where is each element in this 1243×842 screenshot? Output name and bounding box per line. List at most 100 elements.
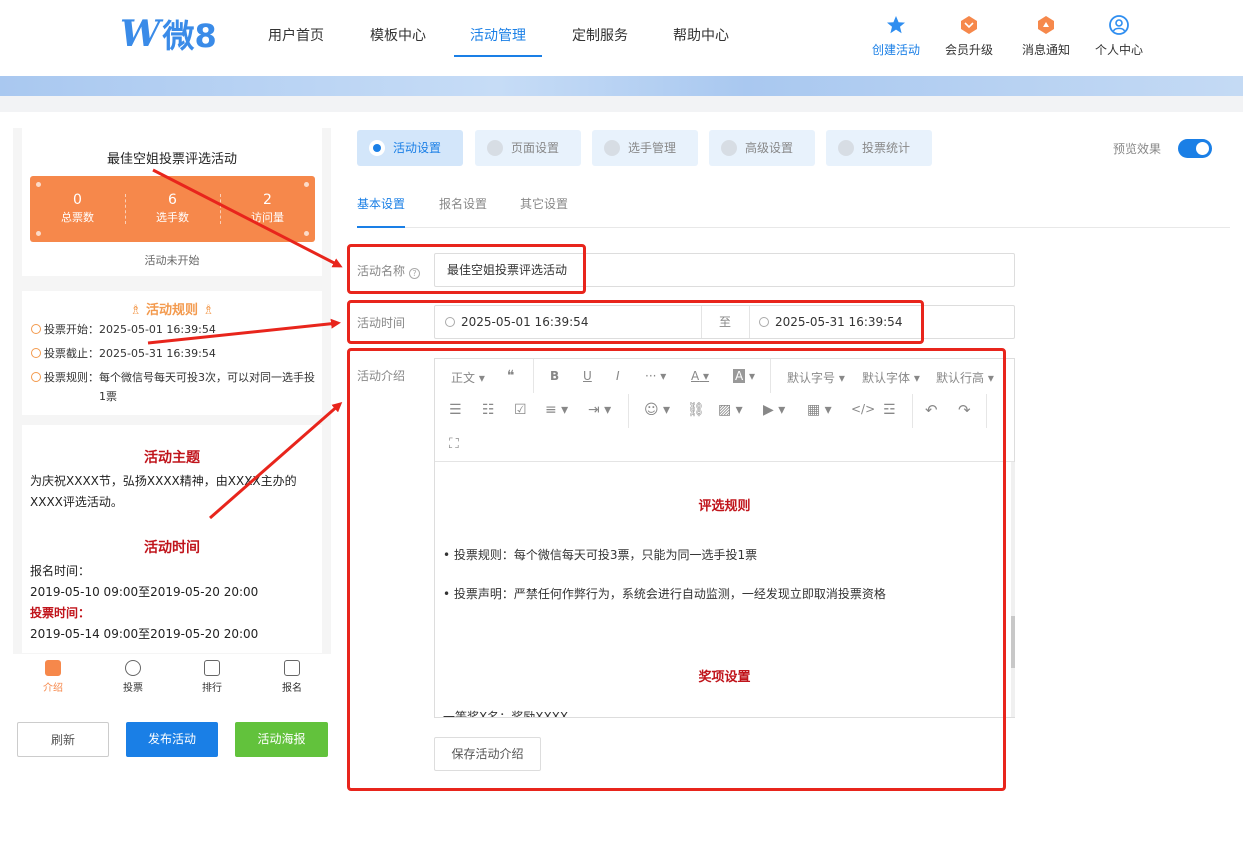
- refresh-button[interactable]: 刷新: [17, 722, 109, 757]
- tabbar-label: 排行: [202, 683, 222, 694]
- top-header: W 微8 用户首页 模板中心 活动管理 定制服务 帮助中心 创建活动 会员升级 …: [0, 0, 1243, 76]
- rules-title-text: 活动规则: [145, 303, 198, 318]
- clock-icon: [31, 348, 41, 358]
- preview-activity-title: 最佳空姐投票评选活动: [106, 152, 237, 167]
- stat-label: 访问量: [251, 211, 284, 224]
- diamond-icon: [961, 16, 977, 34]
- rule-value: 2025-05-01 16:39:54: [99, 323, 216, 336]
- rules-title: ♗ 活动规则 ♗: [22, 299, 322, 318]
- subtab-divider: [357, 227, 1230, 228]
- user-icon: [1109, 15, 1129, 35]
- subtab-basic-settings[interactable]: 基本设置: [357, 195, 405, 212]
- signup-time-value: 2019-05-10 09:00至2019-05-20 20:00: [30, 585, 259, 599]
- signup-time-label: 报名时间：: [30, 564, 91, 578]
- personal-center-label: 个人中心: [1094, 43, 1143, 57]
- star-icon: [887, 16, 905, 34]
- header-banner-shadow: [0, 96, 1243, 112]
- logo-text: 微8: [162, 17, 217, 55]
- rule-label: 投票截止：: [44, 347, 99, 360]
- tabbar-label: 介绍: [43, 683, 63, 694]
- theme-title: 活动主题: [144, 450, 200, 466]
- stat-players: 6 选手数: [125, 192, 220, 225]
- editor-scrollbar[interactable]: [1011, 462, 1015, 717]
- tab-player-management[interactable]: 选手管理: [592, 130, 698, 166]
- tab-label: 选手管理: [628, 141, 677, 155]
- stat-value: 0: [73, 192, 82, 208]
- personal-center-button[interactable]: 个人中心: [1089, 14, 1149, 58]
- clock-icon: [31, 324, 41, 334]
- annotation-box-name: [347, 244, 586, 294]
- subtab-other-settings[interactable]: 其它设置: [520, 195, 568, 212]
- bar-chart-icon: [204, 660, 220, 676]
- logo[interactable]: W 微8: [120, 13, 217, 55]
- stat-label: 选手数: [156, 211, 189, 224]
- tab-page-settings[interactable]: 页面设置: [475, 130, 581, 166]
- tabbar-rank[interactable]: 排行: [192, 660, 232, 694]
- stat-total-votes: 0 总票数: [30, 192, 125, 225]
- create-activity-button[interactable]: 创建活动: [866, 14, 926, 58]
- preview-effect-toggle[interactable]: [1178, 139, 1212, 158]
- create-activity-label: 创建活动: [871, 43, 920, 57]
- stats-dot: [304, 182, 309, 187]
- nav-template-center[interactable]: 模板中心: [370, 25, 426, 45]
- tab-vote-statistics[interactable]: 投票统计: [826, 130, 932, 166]
- stat-visits: 2 访问量: [220, 192, 315, 225]
- time-title: 活动时间: [144, 540, 200, 556]
- message-notify-button[interactable]: 消息通知: [1016, 14, 1076, 58]
- theme-text: 为庆祝XXXX节，弘扬XXXX精神，由XXXX主办的XXXX评选活动。: [30, 474, 297, 509]
- rule-label: 投票规则：: [44, 371, 99, 384]
- subtab-signup-settings[interactable]: 报名设置: [439, 195, 487, 212]
- vote-time-label: 投票时间：: [30, 606, 91, 620]
- stats-dot: [36, 182, 41, 187]
- stat-value: 2: [263, 192, 272, 208]
- nav-activity-management[interactable]: 活动管理: [470, 25, 526, 45]
- rules-card: ♗ 活动规则 ♗ 投票开始：2025-05-01 16:39:54 投票截止：2…: [22, 291, 322, 415]
- bell-icon: [1038, 16, 1054, 34]
- stats-icon: [838, 140, 854, 156]
- nav-custom-service[interactable]: 定制服务: [572, 25, 628, 45]
- member-upgrade-label: 会员升级: [944, 43, 993, 57]
- activity-summary-card: 最佳空姐投票评选活动 0 总票数 6 选手数 2 访问量 活动未开始: [22, 128, 322, 276]
- stat-value: 6: [168, 192, 177, 208]
- mobile-preview-panel: 最佳空姐投票评选活动 0 总票数 6 选手数 2 访问量 活动未开始 ♗ 活动规…: [13, 128, 331, 668]
- editor-scrollbar-thumb[interactable]: [1011, 616, 1015, 668]
- rule-value: 每个微信号每天可投3次，可以对同一选手投1票: [99, 371, 315, 403]
- medal-icon: ♗: [129, 303, 146, 318]
- tabbar-vote[interactable]: 投票: [113, 660, 153, 694]
- doc-icon: [45, 660, 61, 676]
- medal-icon: ♗: [198, 303, 215, 318]
- activity-poster-button[interactable]: 活动海报: [235, 722, 328, 757]
- tabbar-intro[interactable]: 介绍: [33, 660, 73, 694]
- tabbar-label: 报名: [282, 683, 302, 694]
- person-icon: [604, 140, 620, 156]
- nav-help-center[interactable]: 帮助中心: [673, 25, 729, 45]
- tabbar-signup[interactable]: 报名: [272, 660, 312, 694]
- tab-advanced-settings[interactable]: 高级设置: [709, 130, 815, 166]
- activity-status: 活动未开始: [144, 254, 200, 267]
- vote-time-value: 2019-05-14 09:00至2019-05-20 20:00: [30, 627, 259, 641]
- rule-value: 2025-05-31 16:39:54: [99, 347, 216, 360]
- signup-icon: [284, 660, 300, 676]
- subtab-active-underline: [357, 226, 405, 228]
- tab-label: 投票统计: [862, 141, 911, 155]
- intro-content-card: 活动主题 为庆祝XXXX节，弘扬XXXX精神，由XXXX主办的XXXX评选活动。…: [22, 425, 322, 653]
- annotation-box-intro: [347, 348, 1006, 791]
- member-upgrade-button[interactable]: 会员升级: [939, 14, 999, 58]
- rule-vote-rule: 投票规则：每个微信号每天可投3次，可以对同一选手投1票: [31, 368, 316, 406]
- rule-vote-end: 投票截止：2025-05-31 16:39:54: [31, 344, 316, 363]
- nav-user-home[interactable]: 用户首页: [268, 25, 324, 45]
- logo-w: W: [120, 13, 161, 55]
- publish-activity-button[interactable]: 发布活动: [126, 722, 218, 757]
- tabbar-label: 投票: [123, 683, 143, 694]
- preview-effect-label: 预览效果: [1113, 142, 1162, 156]
- tab-label: 页面设置: [511, 141, 560, 155]
- tab-label: 活动设置: [393, 141, 442, 155]
- tab-label: 高级设置: [745, 141, 794, 155]
- stats-dot: [36, 231, 41, 236]
- tab-activity-settings[interactable]: 活动设置: [357, 130, 463, 166]
- person-icon: [125, 660, 141, 676]
- message-notify-label: 消息通知: [1021, 43, 1070, 57]
- nav-active-underline: [454, 55, 542, 57]
- stats-dot: [304, 231, 309, 236]
- mobile-tabbar: 介绍 投票 排行 报名: [13, 654, 331, 700]
